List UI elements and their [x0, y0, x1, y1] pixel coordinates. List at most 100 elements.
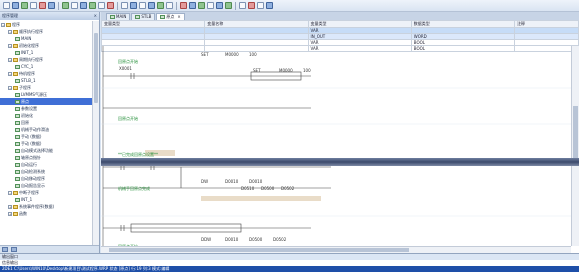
tree-item[interactable]: CYC_1 [0, 63, 92, 70]
expand-icon[interactable]: + [8, 211, 12, 216]
monitor-icon[interactable] [139, 2, 146, 9]
scroll-thumb[interactable] [109, 248, 409, 252]
find-icon[interactable] [80, 2, 87, 9]
rung-comment[interactable]: 回原点开始 [118, 59, 138, 65]
column-header[interactable]: 注释 [514, 20, 579, 28]
tab-1[interactable]: STLB [131, 13, 156, 20]
instruction-operand[interactable]: M0000 [225, 52, 239, 57]
scroll-thumb[interactable] [94, 33, 98, 103]
new-icon[interactable] [3, 2, 10, 9]
instruction-operand[interactable]: SET [201, 52, 209, 57]
tab-0[interactable]: MAIN [106, 13, 131, 20]
tree-item[interactable]: − 初始化程序 [0, 42, 92, 49]
column-header[interactable]: 数据类型 [410, 20, 516, 28]
contact-nc-icon[interactable] [180, 2, 187, 9]
tree-item[interactable]: − 顺序执行程序 [0, 28, 92, 35]
collapse-icon[interactable]: − [8, 57, 12, 62]
offline-icon[interactable] [157, 2, 164, 9]
tree-item[interactable]: 自动模式选择功能 [0, 147, 92, 154]
tree-item[interactable]: 机械手动作滑油 [0, 126, 92, 133]
collapse-icon[interactable]: − [8, 29, 12, 34]
instruction-operand[interactable]: DDW [201, 237, 211, 242]
project-view-icon[interactable] [2, 247, 8, 252]
run-icon[interactable] [121, 2, 128, 9]
tree-item[interactable]: + 函数 [0, 210, 92, 217]
tree-item[interactable]: 自动检测系统 [0, 168, 92, 175]
tree-scrollbar[interactable] [92, 21, 99, 245]
settings-icon[interactable] [257, 2, 264, 9]
tree-item[interactable]: − 子程序 [0, 84, 92, 91]
rung-comment[interactable]: 机械手回原点完成 [118, 186, 150, 192]
upload-icon[interactable] [107, 2, 114, 9]
wire-v-icon[interactable] [216, 2, 223, 9]
tree-item[interactable]: − 周期执行程序 [0, 56, 92, 63]
zoom-in-icon[interactable] [239, 2, 246, 9]
tree-item[interactable]: − 待机程序 [0, 70, 92, 77]
scroll-thumb[interactable] [573, 106, 578, 166]
open-icon[interactable] [12, 2, 19, 9]
zoom-out-icon[interactable] [248, 2, 255, 9]
tree-item[interactable]: 手动 (数据) [0, 133, 92, 140]
ladder-diagram[interactable]: 回原点开始 SET M0000 100 回原点开始 **已完成回原点设置** 机械手回原点完… [101, 46, 571, 246]
rung-comment[interactable]: 回原点开始 [118, 116, 138, 122]
ladder-label[interactable]: SET [253, 68, 261, 73]
tree-item[interactable]: 自动运行 [0, 161, 92, 168]
compile-icon[interactable] [89, 2, 96, 9]
tree-item[interactable]: 原点 [0, 98, 92, 105]
tree-item[interactable]: INIT_1 [0, 49, 92, 56]
copy-icon[interactable] [39, 2, 46, 9]
collapse-icon[interactable]: − [8, 43, 12, 48]
ladder-label[interactable]: M0000 [279, 68, 293, 73]
editor-horizontal-scrollbar[interactable] [101, 246, 571, 253]
tree-item[interactable]: 参数设置 [0, 105, 92, 112]
instruction-operand[interactable]: 100 [249, 52, 257, 57]
tree-item[interactable]: INT_1 [0, 196, 92, 203]
tree-item[interactable]: STLB_1 [0, 77, 92, 84]
ladder-label[interactable]: X0001 [119, 66, 132, 71]
column-header[interactable]: 变量名称 [204, 20, 309, 28]
close-icon[interactable]: × [94, 12, 97, 20]
download-icon[interactable] [98, 2, 105, 9]
cut-icon[interactable] [30, 2, 37, 9]
editor-vertical-scrollbar[interactable] [571, 46, 579, 246]
delete-wire-icon[interactable] [225, 2, 232, 9]
tree-item[interactable]: 轴原点指针 [0, 154, 92, 161]
tree-item[interactable]: MAIN [0, 35, 92, 42]
tree-item[interactable]: LVMMS气源压 [0, 91, 92, 98]
collapse-icon[interactable]: − [8, 190, 12, 195]
expand-icon[interactable]: + [8, 204, 12, 209]
contact-no-icon[interactable] [166, 2, 173, 9]
coil-icon[interactable] [189, 2, 196, 9]
instruction-operand[interactable]: D0502 [273, 237, 286, 242]
library-view-icon[interactable] [11, 247, 17, 252]
collapse-icon[interactable]: − [8, 85, 12, 90]
tree-item[interactable]: 自动移动程序 [0, 175, 92, 182]
tree-item[interactable]: + 系统事件程序(数据) [0, 203, 92, 210]
instruction-operand[interactable]: DW [201, 179, 208, 184]
tree-item[interactable]: − 程序 [0, 21, 92, 28]
collapse-icon[interactable]: − [1, 22, 5, 27]
ladder-label[interactable]: D0500 [261, 186, 274, 191]
instruction-operand[interactable]: D0010 [225, 237, 238, 242]
instruction-operand[interactable]: D0500 [249, 237, 262, 242]
ladder-label[interactable]: D0510 [241, 186, 254, 191]
column-header[interactable]: 变量类型 [307, 20, 412, 28]
save-icon[interactable] [21, 2, 28, 9]
stop-icon[interactable] [130, 2, 137, 9]
function-block-icon[interactable] [198, 2, 205, 9]
help-icon[interactable] [266, 2, 273, 9]
tree-item[interactable]: 初始化 [0, 112, 92, 119]
ladder-label[interactable]: D0502 [281, 186, 294, 191]
wire-h-icon[interactable] [207, 2, 214, 9]
ladder-label[interactable]: 100 [303, 68, 311, 73]
collapse-icon[interactable]: − [8, 71, 12, 76]
tree-item[interactable]: − 中断子程序 [0, 189, 92, 196]
undo-icon[interactable] [62, 2, 69, 9]
paste-icon[interactable] [48, 2, 55, 9]
instruction-operand[interactable]: D0010 [225, 179, 238, 184]
instruction-operand[interactable]: D0010 [249, 179, 262, 184]
redo-icon[interactable] [71, 2, 78, 9]
column-header[interactable]: 变量类型 [100, 20, 206, 28]
tree-item[interactable]: 手动 (数据) [0, 140, 92, 147]
tree-item[interactable]: 自动报告显示 [0, 182, 92, 189]
